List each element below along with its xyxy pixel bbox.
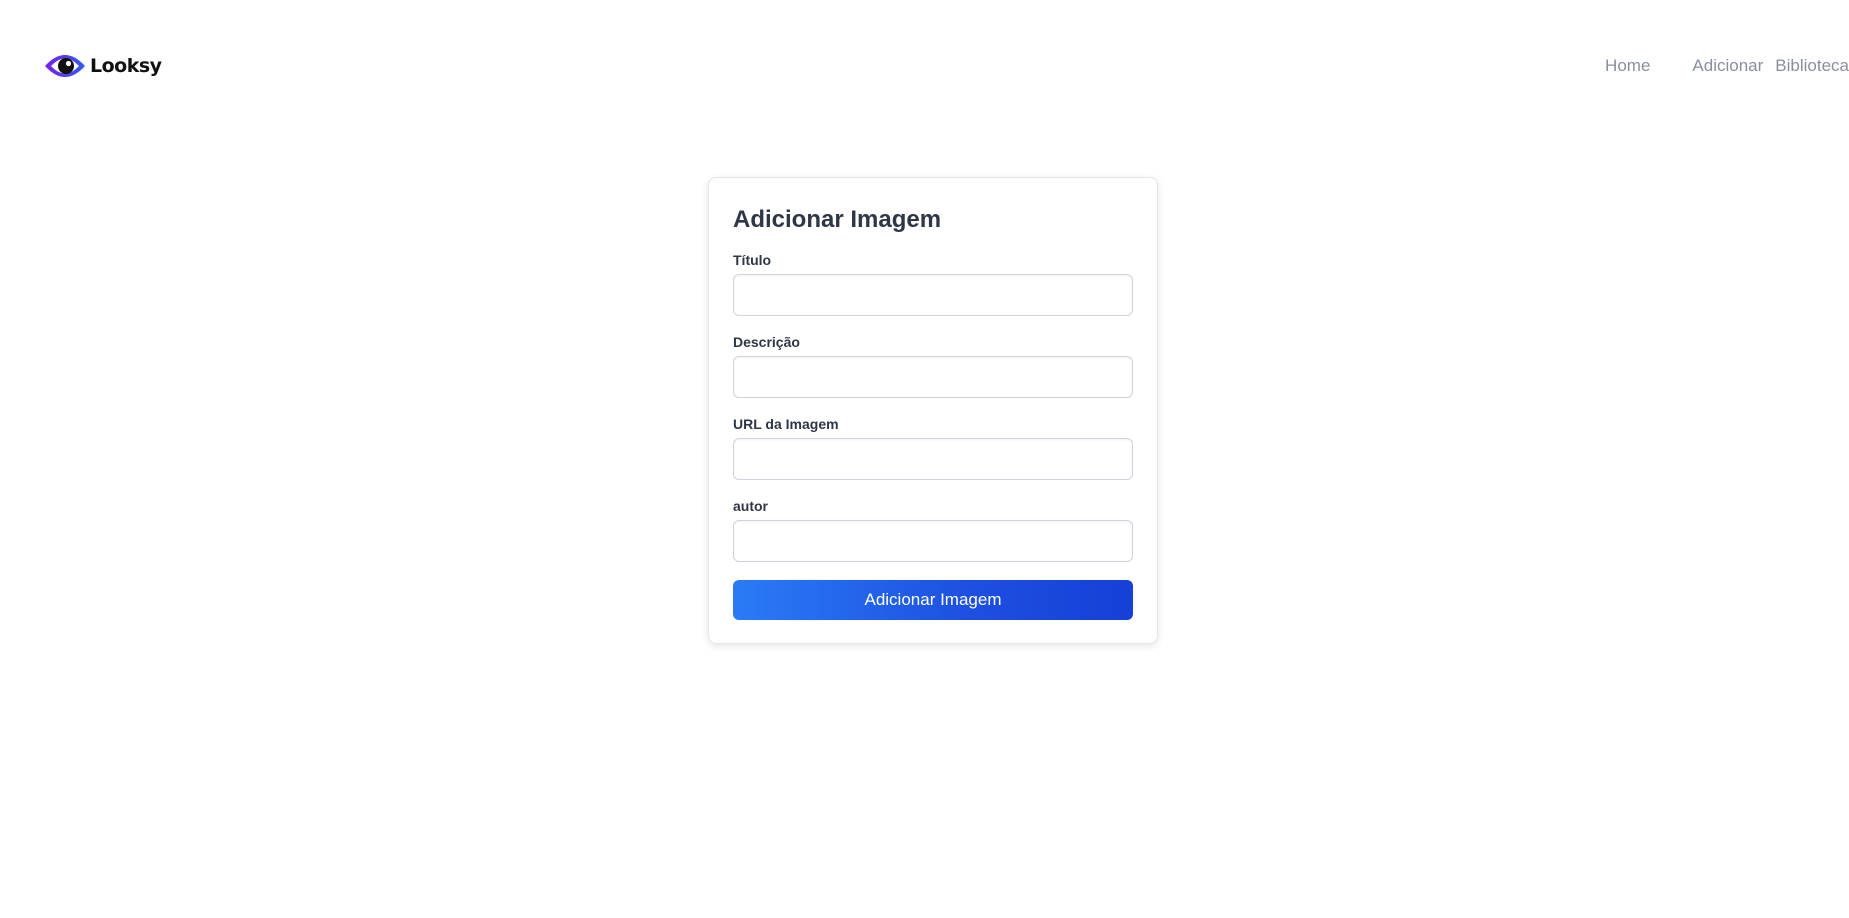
author-input[interactable] xyxy=(733,520,1133,562)
nav-link-adicionar[interactable]: Adicionar xyxy=(1692,56,1763,76)
image-url-label: URL da Imagem xyxy=(733,416,839,432)
eye-icon xyxy=(45,55,85,77)
logo-link[interactable]: Looksy xyxy=(44,50,162,82)
title-label: Título xyxy=(733,252,772,268)
form-title: Adicionar Imagem xyxy=(733,206,942,233)
description-input[interactable] xyxy=(733,356,1133,398)
add-image-button[interactable]: Adicionar Imagem xyxy=(733,580,1133,620)
logo-text: Looksy xyxy=(90,55,162,77)
description-label: Descrição xyxy=(733,334,800,350)
site-header: Looksy Home Adicionar Biblioteca xyxy=(0,0,1849,132)
title-input[interactable] xyxy=(733,274,1133,316)
nav-link-home[interactable]: Home xyxy=(1605,56,1650,76)
main-nav: Home Adicionar Biblioteca xyxy=(1605,56,1849,76)
add-image-form: Adicionar Imagem Título Descrição URL da… xyxy=(708,177,1158,644)
image-url-input[interactable] xyxy=(733,438,1133,480)
nav-link-biblioteca[interactable]: Biblioteca xyxy=(1775,56,1849,76)
author-label: autor xyxy=(733,498,768,514)
